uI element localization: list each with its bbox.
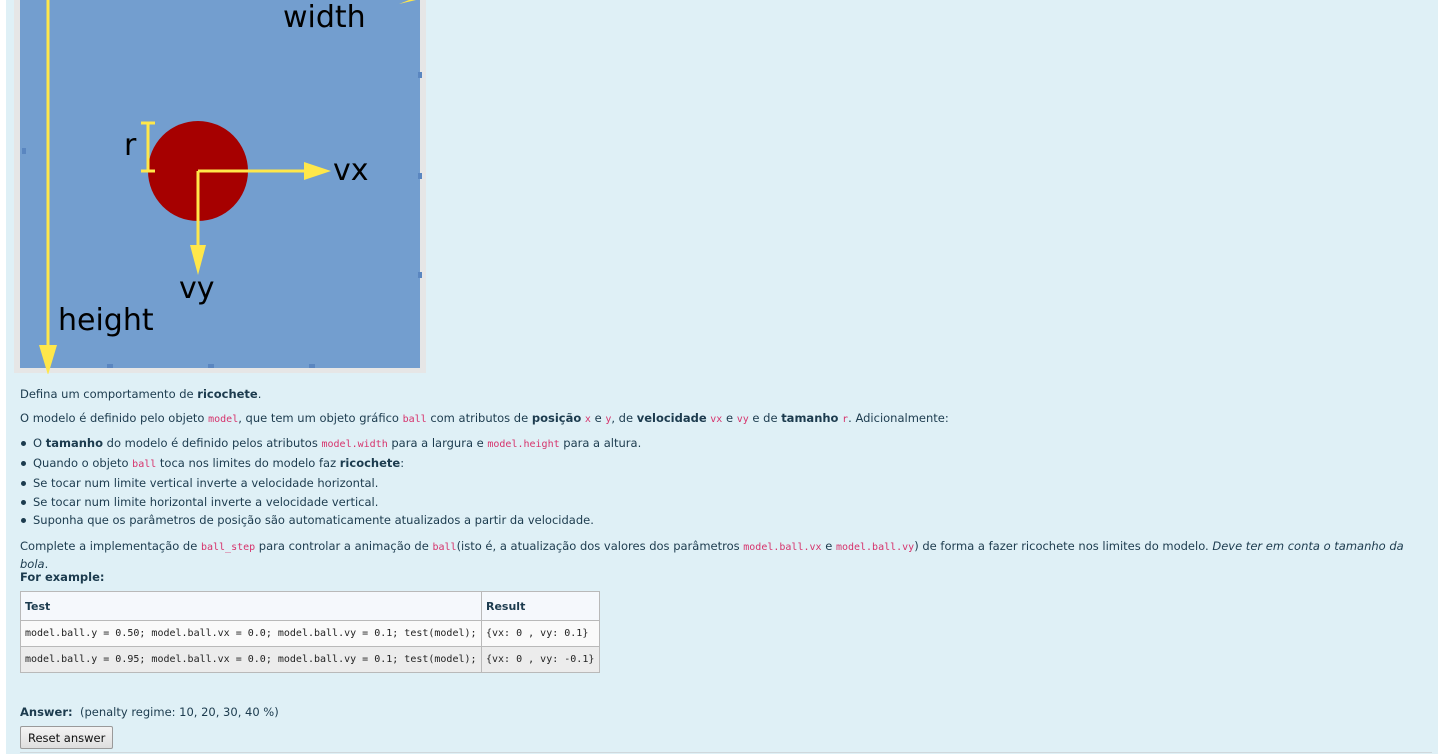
example-table: Test Result model.ball.y = 0.50; model.b… [20,591,600,673]
model-paragraph: O modelo é definido pelo objeto model, q… [20,411,949,425]
penalty-text: (penalty regime: 10, 20, 30, 40 %) [79,705,279,719]
list-item: Se tocar num limite vertical inverte a v… [20,474,641,492]
result-cell: {vx: 0 , vy: 0.1} [481,620,600,647]
rules-list: O tamanho do modelo é definido pelos atr… [20,434,641,529]
answer-label: Answer: [20,705,73,719]
bounce-diagram: width r vx vy height [14,0,426,374]
height-label: height [58,303,154,338]
intro-paragraph: Defina um comportamento de ricochete. [20,387,262,401]
test-cell: model.ball.y = 0.95; model.ball.vx = 0.0… [20,646,482,673]
list-item: Quando o objeto ball toca nos limites do… [20,454,641,474]
radius-label: r [124,128,137,163]
task-paragraph: Complete a implementação de ball_step pa… [20,539,1404,571]
list-item: O tamanho do modelo é definido pelos atr… [20,434,641,454]
answer-editor-edge [20,752,1432,753]
answer-line: Answer: (penalty regime: 10, 20, 30, 40 … [20,704,279,720]
table-header-row: Test Result [20,591,600,621]
vy-label: vy [179,271,215,306]
width-label: width [283,0,366,35]
test-cell: model.ball.y = 0.50; model.ball.vx = 0.0… [20,620,482,647]
result-cell: {vx: 0 , vy: -0.1} [481,646,600,673]
example-heading: For example: [20,570,105,584]
list-item: Se tocar num limite horizontal inverte a… [20,493,641,511]
table-row: model.ball.y = 0.95; model.ball.vx = 0.0… [20,646,600,673]
table-row: model.ball.y = 0.50; model.ball.vx = 0.0… [20,620,600,647]
column-header-result: Result [481,591,600,621]
column-header-test: Test [20,591,482,621]
list-item: Suponha que os parâmetros de posição são… [20,511,641,529]
reset-answer-button[interactable]: Reset answer [20,726,114,749]
vx-label: vx [333,153,369,188]
